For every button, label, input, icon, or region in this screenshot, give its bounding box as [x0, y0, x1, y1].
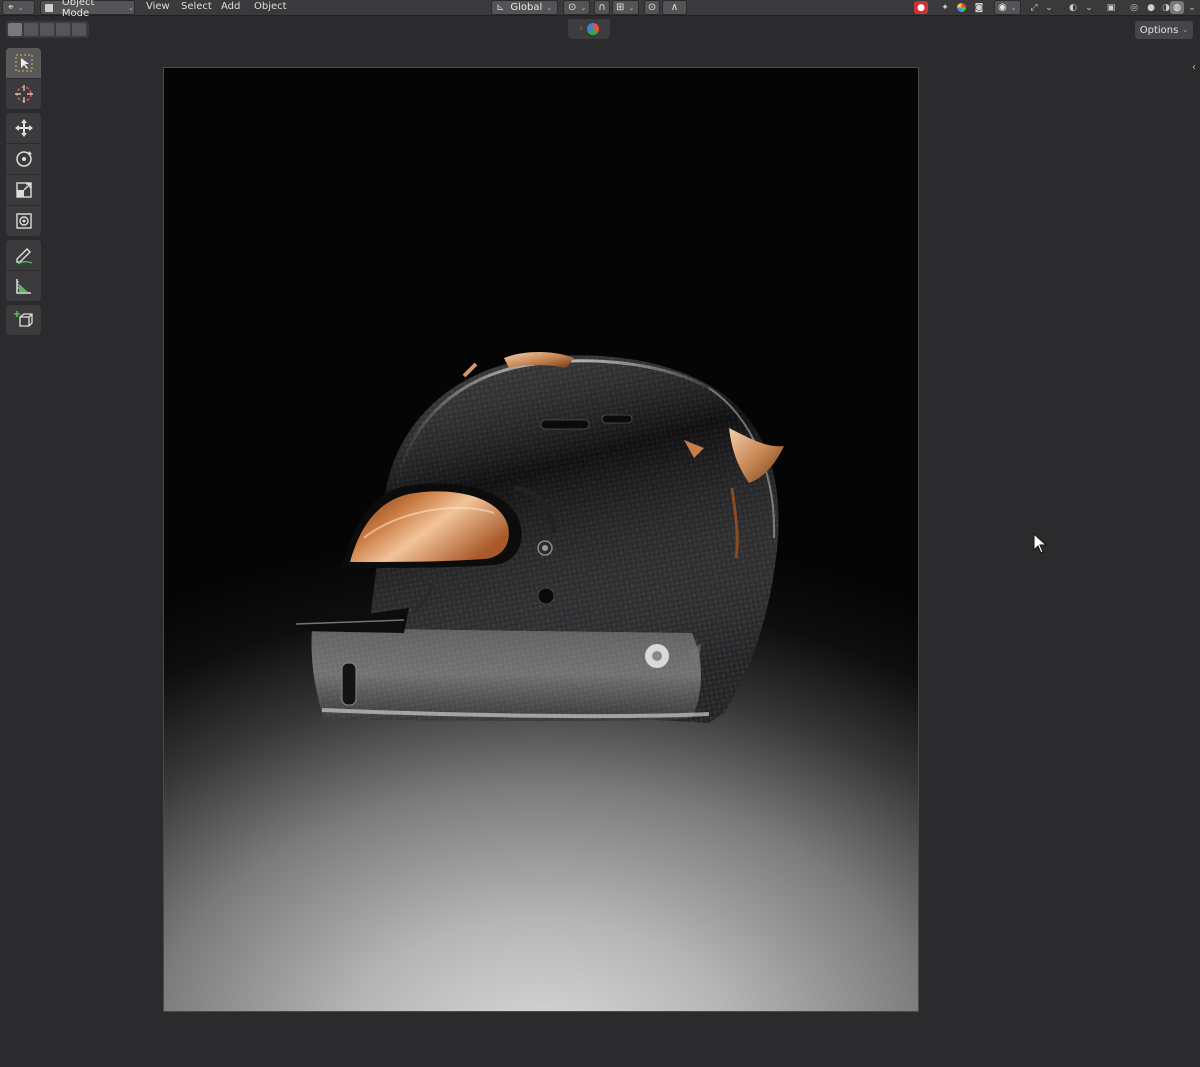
select-intersect-icon[interactable]: [72, 23, 86, 36]
select-subtract-icon[interactable]: [40, 23, 54, 36]
overlays-dropdown-icon[interactable]: ⌄: [1082, 1, 1096, 14]
viewport-header: ⌖ ⌄ Object Mode ⌄ View Select Add Object …: [0, 0, 1200, 19]
select-invert-icon[interactable]: [56, 23, 70, 36]
overlays-icon[interactable]: ◐: [1066, 1, 1080, 14]
options-button[interactable]: Options ⌄: [1135, 21, 1193, 39]
object-mode-icon: [45, 3, 53, 12]
mode-selector-label: Object Mode: [61, 0, 95, 19]
chevron-down-icon: ⌄: [128, 3, 134, 12]
pivot-point-button[interactable]: ⊙ ⌄: [563, 0, 590, 15]
toolbar-group-select: [6, 48, 41, 109]
selection-mode-buttons: [6, 21, 89, 38]
transform-icon: [15, 213, 32, 229]
transform-orientation-selector[interactable]: ⊾ Global ⌄: [491, 0, 558, 15]
chevron-down-icon: ⌄: [1182, 26, 1189, 34]
addon-logo-icon: [586, 23, 599, 35]
orientation-icon: ⊾: [496, 2, 505, 13]
rotate-tool[interactable]: [6, 144, 41, 175]
snap-target-button[interactable]: ⊞ ⌄: [612, 0, 639, 15]
select-box-tool[interactable]: [6, 48, 41, 79]
rendered-shading-icon[interactable]: ◍: [1170, 1, 1184, 14]
editor-tab[interactable]: ›: [568, 19, 610, 39]
xray-icon[interactable]: ▣: [1104, 1, 1118, 14]
gizmo-dropdown-icon[interactable]: ⌄: [1042, 1, 1056, 14]
magnet-icon: ∩: [598, 2, 606, 13]
render-region-icon[interactable]: ●: [914, 1, 928, 14]
proportional-editing-icon: ⊙: [647, 2, 657, 13]
select-new-icon[interactable]: [8, 23, 22, 36]
editor-type-icon: ⌖: [8, 2, 14, 13]
color-wheel-icon[interactable]: [954, 1, 968, 14]
camera-icon[interactable]: ◙: [972, 1, 986, 14]
toolbar-group-transform: [6, 113, 41, 236]
pencil-icon: [15, 248, 32, 265]
chevron-down-icon: ⌄: [546, 3, 553, 12]
camera-frame[interactable]: [163, 67, 919, 1012]
add-cube-tool[interactable]: [6, 305, 41, 335]
addon-icon[interactable]: ✦: [938, 1, 952, 14]
move-tool[interactable]: [6, 113, 41, 144]
rotate-icon: [15, 151, 32, 167]
scale-tool[interactable]: [6, 175, 41, 206]
cursor-tool[interactable]: [6, 79, 41, 109]
cursor-3d-icon: [14, 85, 33, 103]
menu-object[interactable]: Object: [254, 0, 287, 15]
visibility-button[interactable]: ◉ ⌄: [994, 0, 1021, 15]
editor-type-button[interactable]: ⌖ ⌄: [2, 0, 35, 15]
eye-icon: ◉: [998, 2, 1007, 13]
arrow-icon: ›: [579, 24, 583, 34]
toolbar: [6, 48, 41, 339]
falloff-icon: ∧: [670, 2, 679, 13]
solid-shading-icon[interactable]: ●: [1144, 1, 1158, 14]
select-box-icon: [15, 54, 32, 72]
ruler-icon: [15, 279, 31, 294]
measure-tool[interactable]: [6, 271, 41, 301]
add-cube-icon: [13, 311, 33, 327]
mode-selector[interactable]: Object Mode ⌄: [40, 0, 135, 19]
falloff-button[interactable]: ∧: [662, 0, 687, 15]
wireframe-shading-icon[interactable]: ◎: [1127, 1, 1141, 14]
proportional-editing-toggle[interactable]: ⊙: [644, 0, 660, 15]
menu-select[interactable]: Select: [181, 0, 212, 15]
pivot-point-icon: ⊙: [568, 2, 577, 13]
menu-view[interactable]: View: [146, 0, 170, 15]
toolbar-group-add: [6, 305, 41, 335]
move-icon: [14, 119, 33, 137]
menu-add[interactable]: Add: [221, 0, 240, 15]
transform-orientation-label: Global: [510, 2, 543, 13]
sidebar-toggle-icon[interactable]: ‹: [1192, 62, 1196, 73]
toolbar-group-annotate: [6, 240, 41, 301]
gizmo-toggle-icon[interactable]: ⤢: [1027, 1, 1041, 14]
annotate-tool[interactable]: [6, 240, 41, 271]
select-extend-icon[interactable]: [24, 23, 38, 36]
transform-tool[interactable]: [6, 206, 41, 236]
mouse-cursor-icon: [1033, 533, 1048, 554]
shading-dropdown-icon[interactable]: ⌄: [1185, 1, 1199, 14]
scale-icon: [15, 182, 32, 198]
snap-target-icon: ⊞: [616, 2, 625, 13]
helmet-render: [294, 352, 784, 723]
snap-toggle[interactable]: ∩: [594, 0, 610, 15]
options-label: Options: [1139, 24, 1179, 36]
